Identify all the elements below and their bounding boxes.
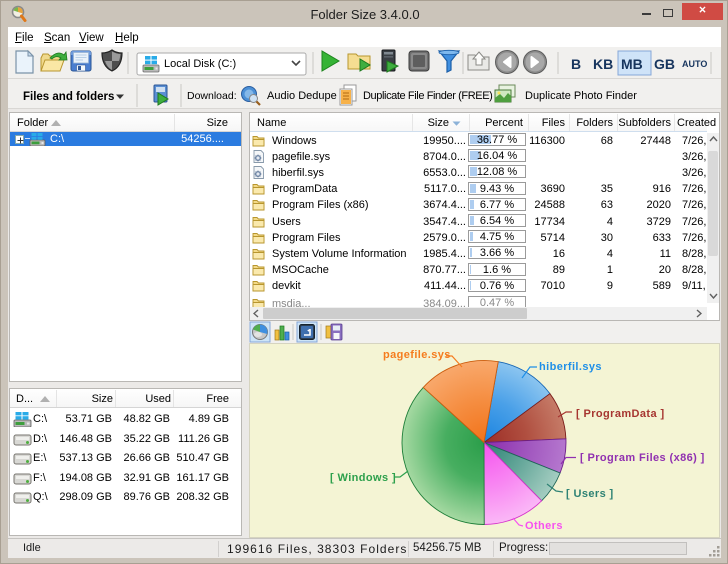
svg-text:Audio Dedupe: Audio Dedupe [267, 90, 337, 102]
svg-text:Duplicate Photo Finder: Duplicate Photo Finder [525, 90, 637, 102]
svg-text:Duplicate File Finder (FREE): Duplicate File Finder (FREE) [363, 90, 492, 102]
svg-text:B: B [571, 56, 581, 72]
svg-text:hiberfil.sys: hiberfil.sys [539, 361, 602, 373]
svg-text:[ Windows ]: [ Windows ] [330, 472, 396, 484]
svg-text:[ Users ]: [ Users ] [566, 488, 614, 500]
svg-text:Others: Others [525, 520, 563, 532]
svg-text:AUTO: AUTO [682, 59, 707, 69]
svg-text:pagefile.sys: pagefile.sys [383, 349, 451, 361]
svg-text:MB: MB [621, 56, 643, 72]
svg-text:KB: KB [593, 56, 613, 72]
svg-text:Local Disk (C:): Local Disk (C:) [164, 58, 236, 70]
svg-text:Download:: Download: [187, 90, 237, 102]
svg-text:[ ProgramData ]: [ ProgramData ] [576, 408, 665, 420]
svg-text:Files and folders: Files and folders [23, 91, 114, 103]
svg-text:GB: GB [654, 56, 675, 72]
svg-text:[ Program Files (x86) ]: [ Program Files (x86) ] [580, 452, 705, 464]
